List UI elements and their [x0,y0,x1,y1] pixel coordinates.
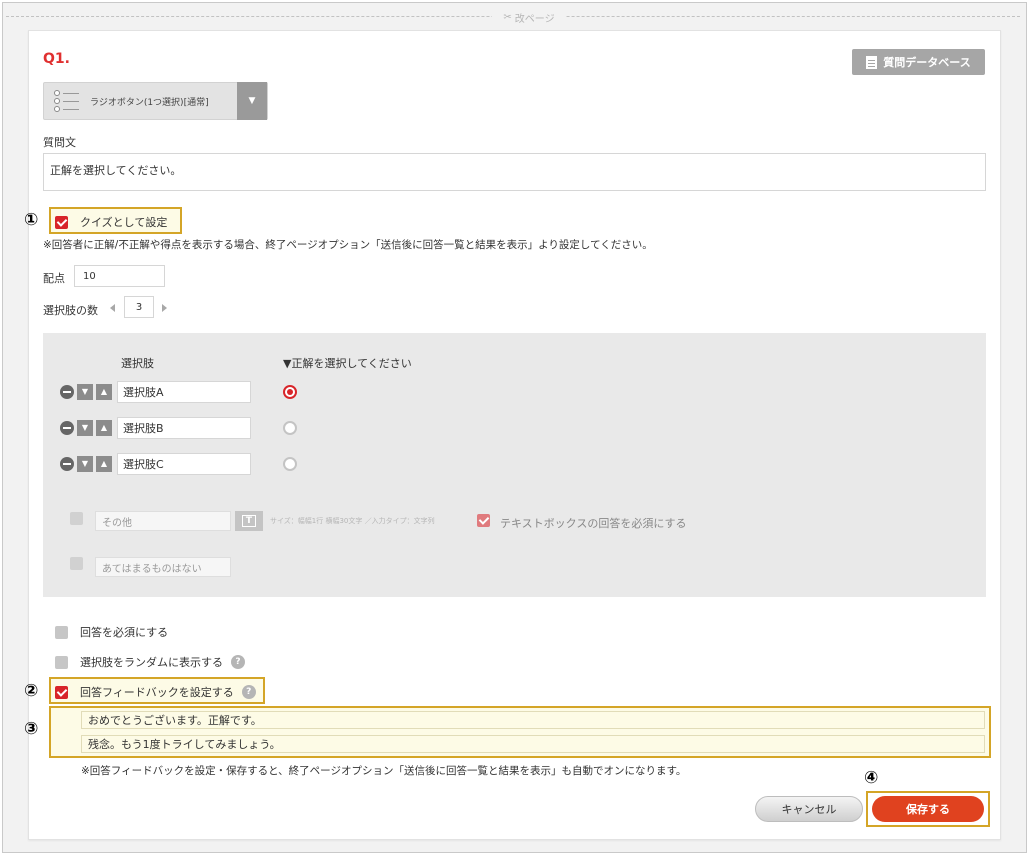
question-database-button[interactable]: 質問データベース [852,49,985,75]
feedback-label: 回答フィードバックを設定する [80,686,234,699]
move-down-icon[interactable]: ▼ [77,420,93,436]
help-icon[interactable]: ? [231,655,245,669]
required-row[interactable]: 回答を必須にする [55,624,168,640]
feedback-incorrect-input[interactable]: 残念。もう1度トライしてみましょう。 [81,735,985,753]
feedback-note: ※回答フィードバックを設定・保存すると、終了ページオプション「送信後に回答一覧と… [81,765,687,777]
move-up-icon[interactable]: ▲ [96,456,112,472]
feedback-row[interactable]: 回答フィードバックを設定する ? [55,684,256,700]
move-down-icon[interactable]: ▼ [77,456,93,472]
other-checkbox[interactable] [70,512,83,525]
random-label: 選択肢をランダムに表示する [80,656,223,669]
document-icon [866,55,878,69]
other-input[interactable]: その他 [95,511,231,531]
question-number: Q1. [43,51,70,67]
quiz-checkbox-label: クイズとして設定 [80,216,168,229]
move-down-icon[interactable]: ▼ [77,384,93,400]
choice-column-header: 選択肢 [121,357,154,370]
page-break-label: 改ページ [514,13,555,25]
help-icon[interactable]: ? [241,685,256,699]
remove-choice-icon[interactable] [60,457,74,471]
annotation-4: ④ [864,768,879,788]
dropdown-arrow-icon[interactable]: ▼ [237,82,267,120]
question-type-label: ラジオボタン(1つ選択)[通常] [90,97,209,108]
points-input[interactable]: 10 [74,265,165,287]
correct-column-header: ▼正解を選択してください [283,357,412,370]
decrement-icon[interactable] [110,304,115,312]
annotation-2: ② [24,681,39,701]
choice-input[interactable]: 選択肢B [117,417,251,439]
required-label: 回答を必須にする [80,626,169,639]
cancel-button[interactable]: キャンセル [755,796,863,822]
choice-count-label: 選択肢の数 [43,304,98,317]
move-up-icon[interactable]: ▲ [96,420,112,436]
textbox-required-checkbox[interactable] [477,514,490,527]
annotation-1: ① [24,210,39,230]
quiz-checkbox-row[interactable]: クイズとして設定 [55,214,167,230]
question-database-label: 質問データベース [883,56,971,69]
required-checkbox[interactable] [55,625,68,639]
scissors-icon: ✂ [503,11,512,23]
correct-radio[interactable] [283,457,297,471]
move-up-icon[interactable]: ▲ [96,384,112,400]
random-row[interactable]: 選択肢をランダムに表示する ? [55,654,245,670]
textbox-required-label: テキストボックスの回答を必須にする [500,517,687,530]
question-text-input[interactable]: 正解を選択してください。 [43,153,986,191]
none-input[interactable]: あてはまるものはない [95,557,231,577]
correct-radio[interactable] [283,421,297,435]
annotation-3: ③ [24,719,39,739]
save-button[interactable]: 保存する [872,796,984,822]
correct-radio[interactable] [283,385,297,399]
remove-choice-icon[interactable] [60,421,74,435]
question-type-select[interactable]: ラジオボタン(1つ選択)[通常] ▼ [43,82,268,120]
page-break-marker[interactable]: ✂ 改ページ [492,9,566,25]
random-checkbox[interactable] [55,655,68,669]
points-label: 配点 [43,272,65,285]
choice-count-input[interactable]: 3 [124,296,154,318]
text-format-icon[interactable]: T [235,511,263,531]
quiz-checkbox[interactable] [55,215,68,229]
feedback-checkbox[interactable] [55,685,68,699]
choice-input[interactable]: 選択肢C [117,453,251,475]
other-hint: サイズ：幅幅1行 横幅30文字 ／入力タイプ：文字列 [270,517,435,525]
feedback-correct-input[interactable]: おめでとうございます。正解です。 [81,711,985,729]
none-checkbox[interactable] [70,557,83,570]
quiz-note: ※回答者に正解/不正解や得点を表示する場合、終了ページオプション「送信後に回答一… [43,239,653,251]
remove-choice-icon[interactable] [60,385,74,399]
choice-input[interactable]: 選択肢A [117,381,251,403]
radio-list-icon [54,89,82,113]
question-text-label: 質問文 [43,136,76,149]
increment-icon[interactable] [162,304,167,312]
